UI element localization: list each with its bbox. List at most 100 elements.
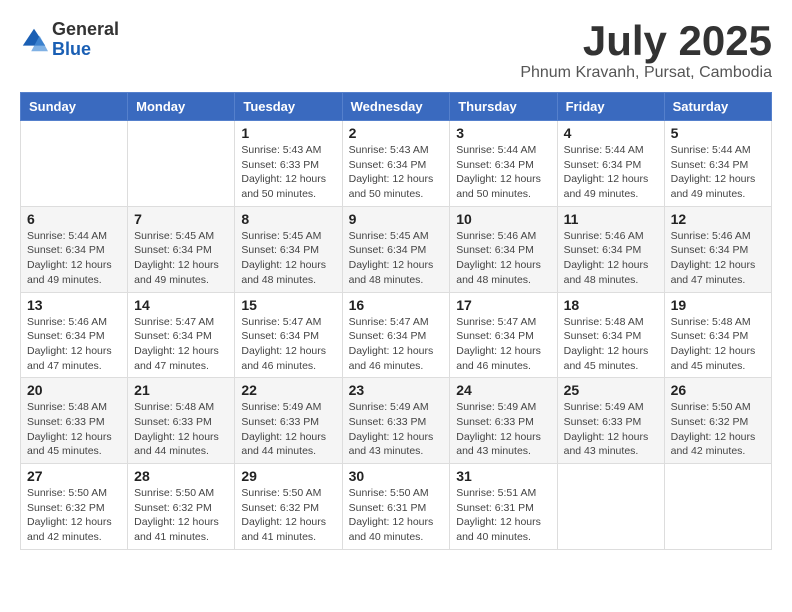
day-info: Sunrise: 5:49 AMSunset: 6:33 PMDaylight:…	[241, 400, 335, 459]
day-number: 2	[349, 125, 444, 141]
day-number: 14	[134, 297, 228, 313]
day-number: 25	[564, 382, 658, 398]
calendar-week-row: 13Sunrise: 5:46 AMSunset: 6:34 PMDayligh…	[21, 292, 772, 378]
day-info: Sunrise: 5:47 AMSunset: 6:34 PMDaylight:…	[134, 315, 228, 374]
location-title: Phnum Kravanh, Pursat, Cambodia	[520, 64, 772, 82]
calendar-cell: 16Sunrise: 5:47 AMSunset: 6:34 PMDayligh…	[342, 292, 450, 378]
day-number: 15	[241, 297, 335, 313]
calendar-week-row: 1 Sunrise: 5:43 AMSunset: 6:33 PMDaylight…	[21, 121, 772, 207]
day-info: Sunrise: 5:46 AMSunset: 6:34 PMDaylight:…	[671, 229, 765, 288]
title-section: July 2025 Phnum Kravanh, Pursat, Cambodi…	[520, 20, 772, 82]
calendar-cell: 9 Sunrise: 5:45 AMSunset: 6:34 PMDaylight…	[342, 206, 450, 292]
calendar-day-header: Monday	[128, 93, 235, 121]
day-number: 13	[27, 297, 121, 313]
calendar-cell: 23 Sunrise: 5:49 AMSunset: 6:33 PMDayligh…	[342, 378, 450, 464]
day-info: Sunrise: 5:44 AMSunset: 6:34 PMDaylight:…	[671, 143, 765, 202]
calendar-cell: 2 Sunrise: 5:43 AMSunset: 6:34 PMDaylight…	[342, 121, 450, 207]
day-info: Sunrise: 5:47 AMSunset: 6:34 PMDaylight:…	[456, 315, 550, 374]
calendar-cell: 7 Sunrise: 5:45 AMSunset: 6:34 PMDaylight…	[128, 206, 235, 292]
day-info: Sunrise: 5:48 AMSunset: 6:33 PMDaylight:…	[134, 400, 228, 459]
calendar-cell: 14 Sunrise: 5:47 AMSunset: 6:34 PMDayligh…	[128, 292, 235, 378]
day-number: 5	[671, 125, 765, 141]
calendar-cell: 30 Sunrise: 5:50 AMSunset: 6:31 PMDayligh…	[342, 464, 450, 550]
calendar-day-header: Saturday	[664, 93, 771, 121]
calendar-week-row: 27 Sunrise: 5:50 AMSunset: 6:32 PMDayligh…	[21, 464, 772, 550]
day-info: Sunrise: 5:44 AMSunset: 6:34 PMDaylight:…	[27, 229, 121, 288]
calendar-cell: 31 Sunrise: 5:51 AMSunset: 6:31 PMDayligh…	[450, 464, 557, 550]
day-number: 21	[134, 382, 228, 398]
calendar-day-header: Friday	[557, 93, 664, 121]
day-number: 11	[564, 211, 658, 227]
calendar-cell: 29 Sunrise: 5:50 AMSunset: 6:32 PMDayligh…	[235, 464, 342, 550]
day-info: Sunrise: 5:50 AMSunset: 6:31 PMDaylight:…	[349, 486, 444, 545]
day-number: 29	[241, 468, 335, 484]
day-number: 31	[456, 468, 550, 484]
calendar-cell: 17 Sunrise: 5:47 AMSunset: 6:34 PMDayligh…	[450, 292, 557, 378]
calendar-cell: 13Sunrise: 5:46 AMSunset: 6:34 PMDayligh…	[21, 292, 128, 378]
calendar-day-header: Tuesday	[235, 93, 342, 121]
day-info: Sunrise: 5:45 AMSunset: 6:34 PMDaylight:…	[134, 229, 228, 288]
day-info: Sunrise: 5:43 AMSunset: 6:34 PMDaylight:…	[349, 143, 444, 202]
calendar-cell: 27 Sunrise: 5:50 AMSunset: 6:32 PMDayligh…	[21, 464, 128, 550]
calendar-cell: 3Sunrise: 5:44 AMSunset: 6:34 PMDaylight…	[450, 121, 557, 207]
calendar-header-row: SundayMondayTuesdayWednesdayThursdayFrid…	[21, 93, 772, 121]
day-info: Sunrise: 5:47 AMSunset: 6:34 PMDaylight:…	[241, 315, 335, 374]
day-info: Sunrise: 5:50 AMSunset: 6:32 PMDaylight:…	[671, 400, 765, 459]
day-number: 18	[564, 297, 658, 313]
day-info: Sunrise: 5:50 AMSunset: 6:32 PMDaylight:…	[241, 486, 335, 545]
day-info: Sunrise: 5:50 AMSunset: 6:32 PMDaylight:…	[27, 486, 121, 545]
day-number: 30	[349, 468, 444, 484]
page-wrapper: General Blue July 2025 Phnum Kravanh, Pu…	[20, 20, 772, 550]
day-info: Sunrise: 5:49 AMSunset: 6:33 PMDaylight:…	[456, 400, 550, 459]
day-number: 23	[349, 382, 444, 398]
day-number: 27	[27, 468, 121, 484]
day-info: Sunrise: 5:45 AMSunset: 6:34 PMDaylight:…	[349, 229, 444, 288]
day-info: Sunrise: 5:46 AMSunset: 6:34 PMDaylight:…	[564, 229, 658, 288]
day-info: Sunrise: 5:44 AMSunset: 6:34 PMDaylight:…	[564, 143, 658, 202]
calendar-cell: 22 Sunrise: 5:49 AMSunset: 6:33 PMDayligh…	[235, 378, 342, 464]
day-number: 8	[241, 211, 335, 227]
calendar-cell	[128, 121, 235, 207]
calendar-table: SundayMondayTuesdayWednesdayThursdayFrid…	[20, 92, 772, 550]
month-title: July 2025	[520, 20, 772, 62]
logo-text: General Blue	[52, 20, 119, 60]
day-number: 1	[241, 125, 335, 141]
day-number: 16	[349, 297, 444, 313]
day-number: 12	[671, 211, 765, 227]
day-info: Sunrise: 5:48 AMSunset: 6:34 PMDaylight:…	[564, 315, 658, 374]
calendar-day-header: Thursday	[450, 93, 557, 121]
day-info: Sunrise: 5:50 AMSunset: 6:32 PMDaylight:…	[134, 486, 228, 545]
calendar-cell: 19 Sunrise: 5:48 AMSunset: 6:34 PMDayligh…	[664, 292, 771, 378]
calendar-cell: 6Sunrise: 5:44 AMSunset: 6:34 PMDaylight…	[21, 206, 128, 292]
calendar-cell: 10Sunrise: 5:46 AMSunset: 6:34 PMDayligh…	[450, 206, 557, 292]
day-number: 9	[349, 211, 444, 227]
day-info: Sunrise: 5:49 AMSunset: 6:33 PMDaylight:…	[349, 400, 444, 459]
day-info: Sunrise: 5:48 AMSunset: 6:34 PMDaylight:…	[671, 315, 765, 374]
calendar-cell: 28Sunrise: 5:50 AMSunset: 6:32 PMDayligh…	[128, 464, 235, 550]
day-info: Sunrise: 5:46 AMSunset: 6:34 PMDaylight:…	[456, 229, 550, 288]
day-info: Sunrise: 5:51 AMSunset: 6:31 PMDaylight:…	[456, 486, 550, 545]
calendar-cell: 8Sunrise: 5:45 AMSunset: 6:34 PMDaylight…	[235, 206, 342, 292]
day-info: Sunrise: 5:49 AMSunset: 6:33 PMDaylight:…	[564, 400, 658, 459]
calendar-cell: 25 Sunrise: 5:49 AMSunset: 6:33 PMDayligh…	[557, 378, 664, 464]
day-number: 7	[134, 211, 228, 227]
day-number: 19	[671, 297, 765, 313]
logo-blue-text: Blue	[52, 39, 91, 59]
calendar-cell: 11 Sunrise: 5:46 AMSunset: 6:34 PMDayligh…	[557, 206, 664, 292]
day-info: Sunrise: 5:43 AMSunset: 6:33 PMDaylight:…	[241, 143, 335, 202]
day-number: 24	[456, 382, 550, 398]
day-number: 4	[564, 125, 658, 141]
calendar-week-row: 6Sunrise: 5:44 AMSunset: 6:34 PMDaylight…	[21, 206, 772, 292]
calendar-cell: 4 Sunrise: 5:44 AMSunset: 6:34 PMDaylight…	[557, 121, 664, 207]
calendar-cell: 12 Sunrise: 5:46 AMSunset: 6:34 PMDayligh…	[664, 206, 771, 292]
page-header: General Blue July 2025 Phnum Kravanh, Pu…	[20, 20, 772, 82]
calendar-cell: 15 Sunrise: 5:47 AMSunset: 6:34 PMDayligh…	[235, 292, 342, 378]
calendar-day-header: Sunday	[21, 93, 128, 121]
calendar-day-header: Wednesday	[342, 93, 450, 121]
day-number: 17	[456, 297, 550, 313]
day-number: 20	[27, 382, 121, 398]
day-number: 26	[671, 382, 765, 398]
day-number: 22	[241, 382, 335, 398]
calendar-cell: 24 Sunrise: 5:49 AMSunset: 6:33 PMDayligh…	[450, 378, 557, 464]
calendar-cell	[557, 464, 664, 550]
